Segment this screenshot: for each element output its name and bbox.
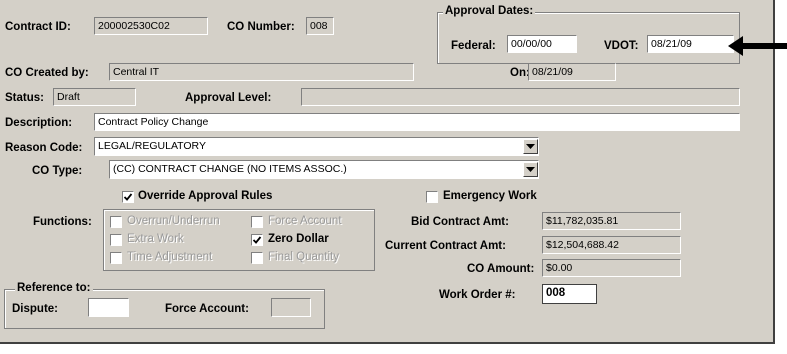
work-order-label: Work Order #: (439, 289, 516, 301)
description-field[interactable]: Contract Policy Change (94, 113, 740, 131)
reference-to-title: Reference to: (15, 282, 93, 294)
checkmark-icon (252, 236, 262, 244)
created-on-field[interactable]: 08/21/09 (528, 63, 616, 81)
reason-code-label: Reason Code: (5, 142, 83, 154)
arrow-left-icon (728, 36, 787, 56)
approval-level-field[interactable] (301, 88, 740, 106)
dispute-field[interactable] (88, 298, 129, 317)
extra-work-checkbox[interactable] (110, 234, 122, 246)
override-approval-checkbox[interactable] (122, 191, 134, 203)
created-on-label: On: (510, 67, 530, 79)
co-amount-label: CO Amount: (467, 263, 535, 275)
zero-dollar-label: Zero Dollar (268, 233, 329, 245)
chevron-down-icon (526, 144, 535, 149)
contract-id-field[interactable]: 200002530C02 (94, 17, 208, 35)
co-number-field[interactable]: 008 (306, 17, 334, 35)
dispute-label: Dispute: (12, 303, 58, 315)
co-type-label: CO Type: (32, 165, 83, 177)
current-contract-amt-field[interactable]: $12,504,688.42 (542, 236, 681, 254)
force-account-checkbox[interactable] (251, 216, 263, 228)
work-order-field[interactable]: 008 (542, 284, 597, 304)
bid-contract-amt-label: Bid Contract Amt: (411, 216, 509, 228)
approval-dates-title: Approval Dates: (443, 5, 536, 17)
contract-id-label: Contract ID: (5, 21, 71, 33)
current-contract-amt-label: Current Contract Amt: (385, 240, 506, 252)
reason-code-dropdown-button[interactable] (523, 139, 538, 154)
force-account-ref-field[interactable] (271, 298, 311, 317)
checkmark-icon (123, 193, 133, 201)
vdot-date-field[interactable]: 08/21/09 (647, 35, 734, 53)
emergency-work-label: Emergency Work (443, 190, 537, 202)
co-type-dropdown-button[interactable] (523, 162, 538, 177)
emergency-work-checkbox[interactable] (426, 191, 438, 203)
status-label: Status: (5, 92, 44, 104)
time-adjustment-checkbox[interactable] (110, 252, 122, 264)
approval-level-label: Approval Level: (185, 92, 272, 104)
chevron-down-icon (526, 167, 535, 172)
description-label: Description: (5, 117, 73, 129)
federal-label: Federal: (451, 40, 496, 52)
overrun-underrun-checkbox[interactable] (110, 216, 122, 228)
extra-work-label: Extra Work (127, 233, 184, 245)
force-account-ref-label: Force Account: (165, 303, 249, 315)
co-number-label: CO Number: (227, 21, 295, 33)
change-order-form: Contract ID: 200002530C02 CO Number: 008… (0, 0, 775, 344)
time-adjustment-label: Time Adjustment (127, 251, 213, 263)
federal-date-field[interactable]: 00/00/00 (507, 35, 577, 53)
status-field[interactable]: Draft (53, 88, 136, 106)
bid-contract-amt-field[interactable]: $11,782,035.81 (542, 212, 681, 230)
final-quantity-checkbox[interactable] (251, 252, 263, 264)
reason-code-select[interactable]: LEGAL/REGULATORY (94, 137, 539, 156)
co-amount-field[interactable]: $0.00 (542, 259, 681, 277)
force-account-option-label: Force Account (268, 215, 342, 227)
co-created-by-field[interactable]: Central IT (109, 63, 414, 81)
zero-dollar-checkbox[interactable] (251, 234, 263, 246)
vdot-label: VDOT: (604, 40, 639, 52)
co-created-by-label: CO Created by: (5, 67, 89, 79)
co-type-select[interactable]: (CC) CONTRACT CHANGE (NO ITEMS ASSOC.) (109, 160, 539, 179)
final-quantity-label: Final Quantity (268, 251, 339, 263)
functions-label: Functions: (33, 216, 92, 228)
override-approval-label: Override Approval Rules (138, 190, 273, 202)
overrun-underrun-label: Overrun/Underrun (127, 215, 220, 227)
